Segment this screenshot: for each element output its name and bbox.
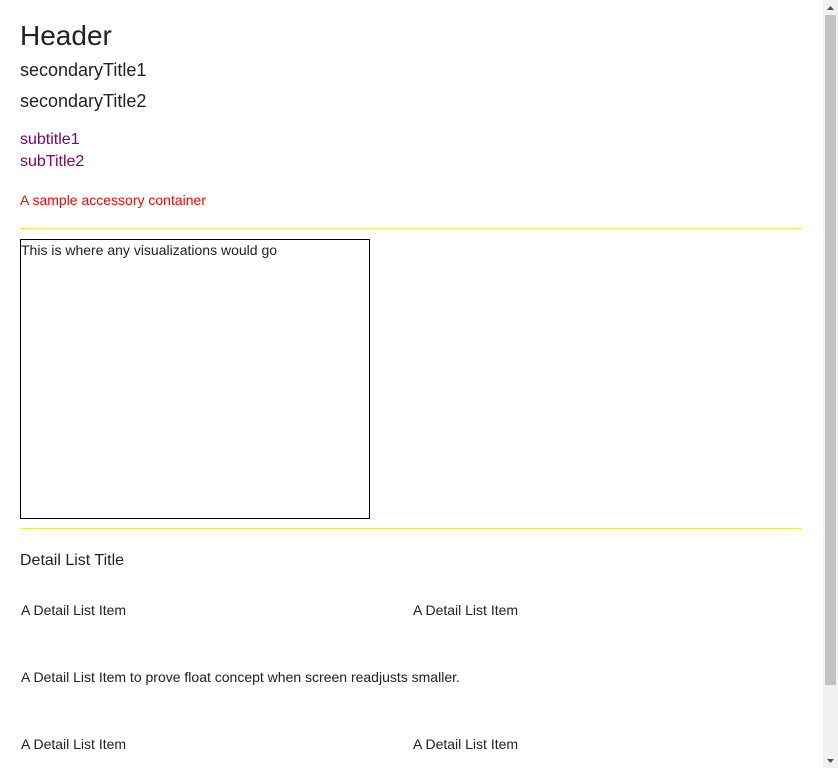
secondary-title-2: secondaryTitle2: [20, 91, 147, 111]
detail-list-item: A Detail List Item: [21, 736, 127, 752]
visualization-container: This is where any visualizations would g…: [20, 239, 370, 519]
accessory-container: A sample accessory container: [20, 192, 206, 208]
detail-list-item: A Detail List Item to prove float concep…: [21, 669, 460, 685]
secondary-title-1: secondaryTitle1: [20, 60, 147, 80]
triangle-up-icon: [827, 5, 834, 10]
vertical-scrollbar[interactable]: [823, 0, 838, 768]
visualization-placeholder-text: This is where any visualizations would g…: [21, 242, 278, 258]
scroll-up-arrow[interactable]: [823, 0, 838, 15]
scroll-down-arrow[interactable]: [823, 753, 838, 768]
subtitle-2: subTitle2: [20, 153, 85, 170]
detail-list-item: A Detail List Item: [413, 602, 519, 618]
detail-list-title: Detail List Title: [20, 552, 125, 569]
page-viewport: Header secondaryTitle1 secondaryTitle2 s…: [0, 0, 838, 768]
detail-list-item: A Detail List Item: [21, 602, 127, 618]
subtitle-1: subtitle1: [20, 131, 80, 148]
detail-list-item: A Detail List Item: [413, 736, 519, 752]
divider-bottom: [20, 528, 802, 529]
page-header: Header: [20, 20, 112, 51]
divider-top: [20, 228, 802, 229]
triangle-down-icon: [827, 758, 834, 763]
scroll-thumb[interactable]: [825, 15, 836, 685]
